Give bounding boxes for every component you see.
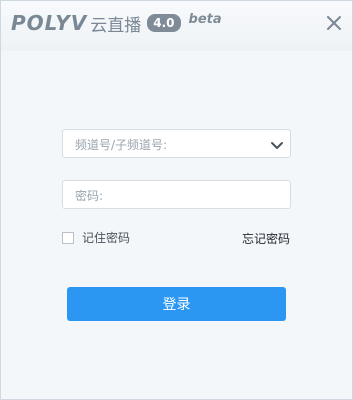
channel-select[interactable]: 频道号/子频道号: bbox=[62, 129, 291, 158]
remember-label: 记住密码 bbox=[82, 231, 131, 245]
login-window: POLYV 云直播 4.0 beta 频道号/子频道号: 密码: 记住密码 忘记… bbox=[0, 0, 353, 400]
product-name: 云直播 bbox=[90, 15, 142, 36]
password-placeholder: 密码: bbox=[75, 189, 104, 203]
version-badge: 4.0 bbox=[147, 14, 181, 32]
title-bar: POLYV 云直播 4.0 beta bbox=[1, 1, 352, 51]
close-icon[interactable] bbox=[326, 15, 342, 31]
channel-placeholder: 频道号/子频道号: bbox=[75, 138, 168, 152]
beta-label: beta bbox=[188, 11, 222, 27]
brand-name: POLYV bbox=[11, 11, 88, 35]
remember-checkbox[interactable] bbox=[62, 231, 74, 244]
chevron-down-icon[interactable] bbox=[270, 138, 284, 152]
remember-password[interactable]: 记住密码 bbox=[62, 229, 130, 246]
app-logo: POLYV 云直播 4.0 beta bbox=[11, 9, 222, 37]
forgot-password-link[interactable]: 忘记密码 bbox=[242, 230, 290, 247]
login-button[interactable]: 登录 bbox=[67, 287, 286, 321]
password-field[interactable]: 密码: bbox=[62, 180, 291, 209]
